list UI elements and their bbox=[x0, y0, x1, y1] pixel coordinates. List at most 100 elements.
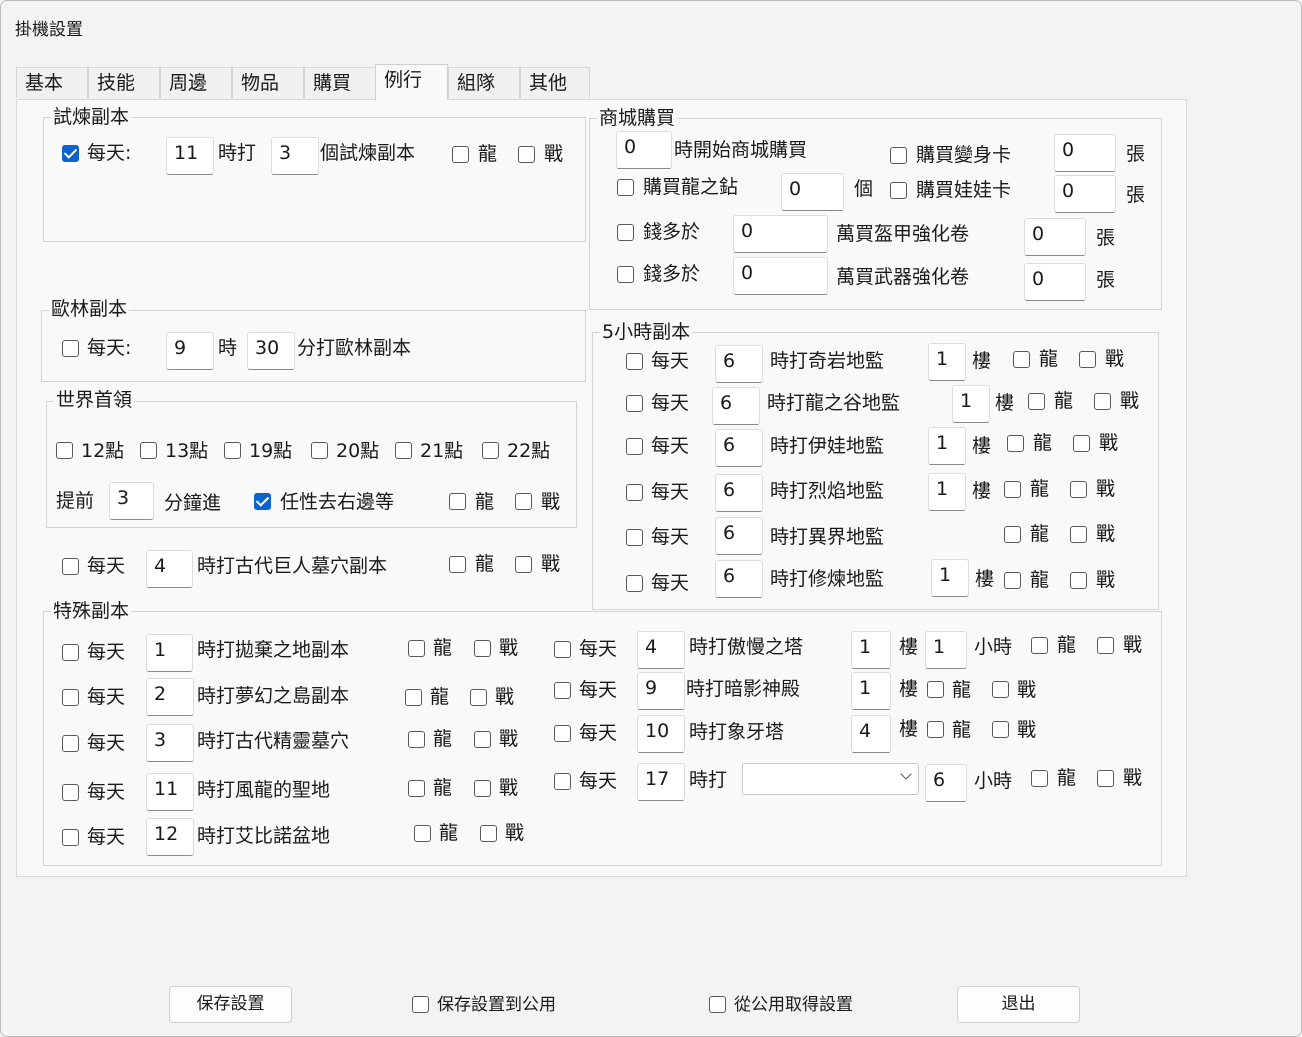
sp-l2-daily-checkbox[interactable] bbox=[62, 735, 79, 752]
fh4-daily-checkbox[interactable] bbox=[626, 529, 643, 546]
fh4-war-checkbox[interactable] bbox=[1070, 526, 1087, 543]
sp-l1-daily-checkbox[interactable] bbox=[62, 689, 79, 706]
fh2-hour-input[interactable]: 6 bbox=[715, 429, 763, 467]
tab-routine[interactable]: 例行 bbox=[375, 64, 448, 100]
fh3-floor-input[interactable]: 1 bbox=[928, 473, 966, 511]
boss-advance-input[interactable]: 3 bbox=[109, 482, 154, 520]
save-settings-button[interactable]: 保存設置 bbox=[169, 986, 292, 1023]
sp-l4-hour-input[interactable]: 12 bbox=[146, 818, 194, 856]
fh4-dragon-checkbox[interactable] bbox=[1004, 526, 1021, 543]
boss-21-checkbox[interactable] bbox=[395, 442, 412, 459]
sp-l3-hour-input[interactable]: 11 bbox=[146, 773, 194, 811]
sp-r0-daily-checkbox[interactable] bbox=[554, 641, 571, 658]
sp-l4-daily-checkbox[interactable] bbox=[62, 829, 79, 846]
fh2-war-checkbox[interactable] bbox=[1073, 435, 1090, 452]
fh5-war-checkbox[interactable] bbox=[1070, 572, 1087, 589]
trial-daily-checkbox[interactable] bbox=[62, 145, 79, 162]
sp-r2-war-checkbox[interactable] bbox=[992, 721, 1009, 738]
orin-daily-checkbox[interactable] bbox=[62, 340, 79, 357]
tab-skills[interactable]: 技能 bbox=[88, 67, 160, 98]
sp-r1-hour-input[interactable]: 9 bbox=[637, 672, 685, 710]
giant-hour-input[interactable]: 4 bbox=[146, 550, 193, 588]
shop-start-hour-input[interactable]: 0 bbox=[616, 131, 672, 169]
fh1-hour-input[interactable]: 6 bbox=[712, 387, 760, 425]
fh3-war-checkbox[interactable] bbox=[1070, 481, 1087, 498]
fh0-floor-input[interactable]: 1 bbox=[928, 343, 966, 381]
sp-l0-hour-input[interactable]: 1 bbox=[146, 634, 193, 672]
giant-daily-checkbox[interactable] bbox=[62, 558, 79, 575]
fh0-dragon-checkbox[interactable] bbox=[1013, 351, 1030, 368]
transform-qty-input[interactable]: 0 bbox=[1054, 134, 1116, 172]
sp-r2-floor-input[interactable]: 4 bbox=[851, 715, 891, 753]
fh3-dragon-checkbox[interactable] bbox=[1004, 481, 1021, 498]
fh1-war-checkbox[interactable] bbox=[1094, 393, 1111, 410]
sp-r1-war-checkbox[interactable] bbox=[992, 681, 1009, 698]
sp-r3-dungeon-select[interactable] bbox=[742, 763, 919, 795]
diamond-qty-input[interactable]: 0 bbox=[781, 173, 844, 211]
boss-20-checkbox[interactable] bbox=[311, 442, 328, 459]
orin-minute-input[interactable]: 30 bbox=[247, 332, 295, 370]
sp-r1-daily-checkbox[interactable] bbox=[554, 682, 571, 699]
fh5-daily-checkbox[interactable] bbox=[626, 575, 643, 592]
weapon-money-checkbox[interactable] bbox=[617, 266, 634, 283]
sp-r3-war-checkbox[interactable] bbox=[1097, 770, 1114, 787]
boss-random-checkbox[interactable] bbox=[254, 493, 271, 510]
giant-war-checkbox[interactable] bbox=[515, 556, 532, 573]
sp-l0-war-checkbox[interactable] bbox=[474, 640, 491, 657]
trial-hour-input[interactable]: 11 bbox=[166, 137, 214, 175]
trial-war-checkbox[interactable] bbox=[518, 146, 535, 163]
fh0-hour-input[interactable]: 6 bbox=[715, 345, 763, 383]
boss-war-checkbox[interactable] bbox=[515, 493, 532, 510]
sp-r0-war-checkbox[interactable] bbox=[1097, 637, 1114, 654]
fh4-hour-input[interactable]: 6 bbox=[715, 517, 763, 555]
fh3-daily-checkbox[interactable] bbox=[626, 484, 643, 501]
sp-r3-dragon-checkbox[interactable] bbox=[1031, 770, 1048, 787]
fh1-daily-checkbox[interactable] bbox=[626, 395, 643, 412]
doll-qty-input[interactable]: 0 bbox=[1054, 175, 1116, 213]
sp-r0-floor-input[interactable]: 1 bbox=[851, 631, 891, 669]
buy-diamond-checkbox[interactable] bbox=[617, 179, 634, 196]
tab-surroundings[interactable]: 周邊 bbox=[160, 67, 232, 98]
trial-dragon-checkbox[interactable] bbox=[452, 146, 469, 163]
boss-13-checkbox[interactable] bbox=[140, 442, 157, 459]
boss-12-checkbox[interactable] bbox=[56, 442, 73, 459]
trial-count-input[interactable]: 3 bbox=[271, 137, 319, 175]
buy-transform-checkbox[interactable] bbox=[890, 147, 907, 164]
weapon-qty-input[interactable]: 0 bbox=[1024, 263, 1086, 301]
fh0-war-checkbox[interactable] bbox=[1079, 351, 1096, 368]
sp-r3-daily-checkbox[interactable] bbox=[554, 773, 571, 790]
fh0-daily-checkbox[interactable] bbox=[626, 353, 643, 370]
orin-hour-input[interactable]: 9 bbox=[166, 332, 214, 370]
fh5-dragon-checkbox[interactable] bbox=[1004, 572, 1021, 589]
sp-l0-daily-checkbox[interactable] bbox=[62, 644, 79, 661]
load-public-checkbox[interactable] bbox=[709, 996, 726, 1013]
sp-l3-dragon-checkbox[interactable] bbox=[408, 780, 425, 797]
sp-r1-dragon-checkbox[interactable] bbox=[927, 681, 944, 698]
armor-qty-input[interactable]: 0 bbox=[1024, 218, 1086, 256]
fh2-daily-checkbox[interactable] bbox=[626, 438, 643, 455]
sp-l3-daily-checkbox[interactable] bbox=[62, 784, 79, 801]
sp-l0-dragon-checkbox[interactable] bbox=[408, 640, 425, 657]
tab-purchase[interactable]: 購買 bbox=[304, 67, 376, 98]
tab-other[interactable]: 其他 bbox=[520, 67, 590, 98]
boss-22-checkbox[interactable] bbox=[482, 442, 499, 459]
sp-l1-hour-input[interactable]: 2 bbox=[146, 678, 194, 716]
fh3-hour-input[interactable]: 6 bbox=[715, 474, 763, 512]
fh2-floor-input[interactable]: 1 bbox=[928, 427, 966, 465]
fh1-dragon-checkbox[interactable] bbox=[1028, 393, 1045, 410]
tab-team[interactable]: 組隊 bbox=[448, 67, 520, 98]
fh5-hour-input[interactable]: 6 bbox=[715, 560, 763, 598]
buy-doll-checkbox[interactable] bbox=[890, 182, 907, 199]
sp-r3-hour-input[interactable]: 17 bbox=[637, 763, 685, 801]
sp-l2-war-checkbox[interactable] bbox=[474, 731, 491, 748]
sp-l2-dragon-checkbox[interactable] bbox=[408, 731, 425, 748]
sp-l4-war-checkbox[interactable] bbox=[480, 825, 497, 842]
boss-19-checkbox[interactable] bbox=[224, 442, 241, 459]
sp-r2-dragon-checkbox[interactable] bbox=[927, 721, 944, 738]
armor-money-checkbox[interactable] bbox=[617, 224, 634, 241]
save-public-checkbox[interactable] bbox=[412, 996, 429, 1013]
sp-r2-daily-checkbox[interactable] bbox=[554, 725, 571, 742]
exit-button[interactable]: 退出 bbox=[957, 986, 1080, 1023]
sp-r0-hour-input[interactable]: 4 bbox=[637, 631, 685, 669]
fh1-floor-input[interactable]: 1 bbox=[952, 385, 990, 423]
